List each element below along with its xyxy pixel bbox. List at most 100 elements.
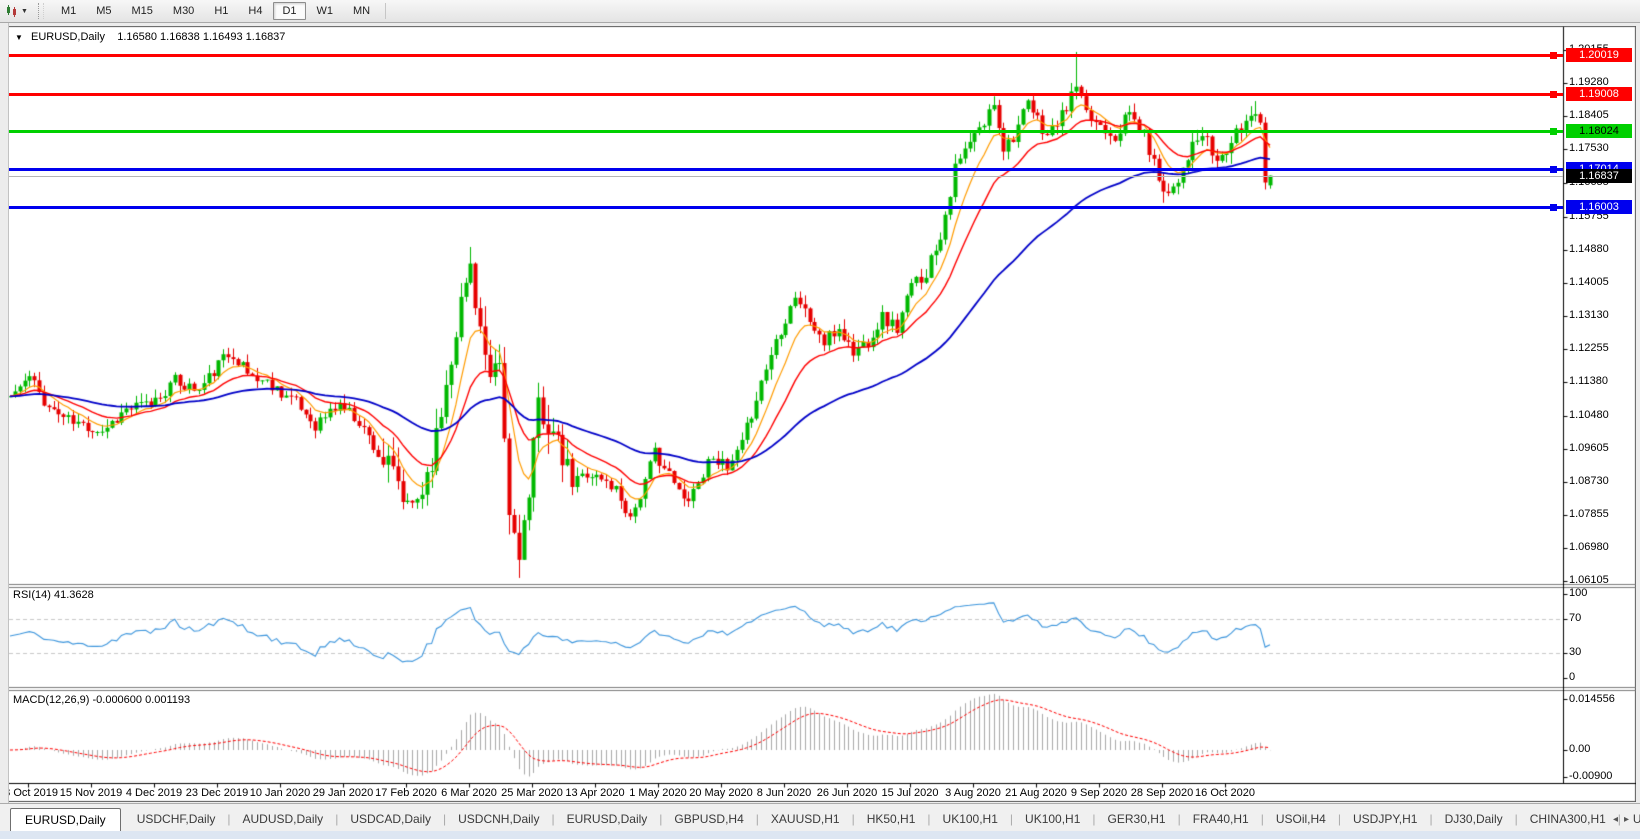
symbol-tab-china300-h1[interactable]: CHINA300,H1 — [1518, 808, 1618, 831]
date-axis-label: 20 May 2020 — [689, 787, 753, 799]
timeframe-button-h4[interactable]: H4 — [239, 2, 271, 20]
date-axis-label: 21 Aug 2020 — [1005, 787, 1067, 799]
price-axis-tick: 1.14005 — [1569, 276, 1609, 288]
date-axis-label: 26 Jun 2020 — [817, 787, 878, 799]
date-axis-label: 17 Feb 2020 — [375, 787, 437, 799]
symbol-tab-hk50-h1[interactable]: HK50,H1 — [855, 808, 928, 831]
window-left-edge — [0, 22, 9, 830]
symbol-tab-usdcnh-daily[interactable]: USDCNH,Daily — [446, 808, 551, 831]
date-axis-label: 8 Jun 2020 — [757, 787, 811, 799]
symbol-tab-gbpusd-h4[interactable]: GBPUSD,H4 — [662, 808, 755, 831]
symbol-tab-fra40-h1[interactable]: FRA40,H1 — [1181, 808, 1261, 831]
timeframe-button-d1[interactable]: D1 — [273, 2, 305, 20]
symbol-tab-usdjpy-h1[interactable]: USDJPY,H1 — [1341, 808, 1429, 831]
rsi-axis-label: 100 — [1569, 587, 1587, 599]
timeframe-button-mn[interactable]: MN — [344, 2, 379, 20]
hline-end-handle[interactable] — [1550, 91, 1557, 98]
current-price-badge: 1.16837 — [1566, 169, 1632, 183]
macd-axis-label: 0.00 — [1569, 743, 1590, 755]
chart-symbol: EURUSD,Daily — [31, 31, 105, 43]
timeframe-button-w1[interactable]: W1 — [308, 2, 343, 20]
timeframe-button-m15[interactable]: M15 — [123, 2, 162, 20]
tab-scroll-arrows: ◂▸ — [1613, 814, 1635, 825]
chart-title: ▼ EURUSD,Daily 1.16580 1.16838 1.16493 1… — [15, 31, 285, 43]
price-axis-tick: 1.07855 — [1569, 508, 1609, 520]
price-axis-tick: 1.10480 — [1569, 409, 1609, 421]
timeframe-button-m1[interactable]: M1 — [52, 2, 85, 20]
symbol-tab-usdcad-daily[interactable]: USDCAD,Daily — [338, 808, 443, 831]
price-axis-tick: 1.18405 — [1569, 109, 1609, 121]
price-level-badge: 1.19008 — [1566, 87, 1632, 101]
symbol-tab-xauusd-h1[interactable]: XAUUSD,H1 — [759, 808, 852, 831]
chart-tabbar: EURUSD,DailyUSDCHF,Daily|AUDUSD,Daily|US… — [0, 803, 1640, 831]
rsi-axis-label: 30 — [1569, 646, 1581, 658]
symbol-tab-ger30-h1[interactable]: GER30,H1 — [1096, 808, 1178, 831]
price-axis-tick: 1.11380 — [1569, 375, 1608, 387]
horizontal-line-object[interactable] — [9, 206, 1563, 209]
symbol-tab-eurusd-daily[interactable]: EURUSD,Daily — [555, 808, 660, 831]
macd-values: -0.000600 0.001193 — [92, 694, 190, 706]
date-axis-label: 10 Jan 2020 — [250, 787, 311, 799]
date-axis-label: 15 Jul 2020 — [882, 787, 939, 799]
horizontal-line-object[interactable] — [9, 54, 1563, 57]
price-axis-tick: 1.12255 — [1569, 342, 1609, 354]
bid-price-line — [9, 176, 1563, 177]
chevron-down-icon[interactable]: ▼ — [21, 8, 28, 15]
date-axis-label: 28 Sep 2020 — [1131, 787, 1193, 799]
horizontal-line-object[interactable] — [9, 93, 1563, 96]
symbol-tab-audusd-daily[interactable]: AUDUSD,Daily — [231, 808, 336, 831]
chart-dropdown-icon[interactable]: ▼ — [15, 33, 23, 42]
tab-scroll-left-icon[interactable]: ◂ — [1613, 814, 1624, 825]
date-axis-label: 1 May 2020 — [629, 787, 686, 799]
macd-title: MACD(12,26,9) -0.000600 0.001193 — [13, 694, 190, 706]
horizontal-line-object[interactable] — [9, 168, 1563, 171]
timeframe-button-m30[interactable]: M30 — [164, 2, 203, 20]
price-axis-tick: 1.13130 — [1569, 309, 1609, 321]
date-axis-label: 4 Dec 2019 — [126, 787, 182, 799]
date-axis-label: 29 Jan 2020 — [313, 787, 374, 799]
rsi-axis-label: 0 — [1569, 671, 1575, 683]
symbol-tab-usdchf-daily[interactable]: USDCHF,Daily — [125, 808, 228, 831]
toolbar-gripper[interactable] — [38, 3, 44, 19]
date-axis-label: 3 Aug 2020 — [945, 787, 1001, 799]
price-level-badge: 1.16003 — [1566, 200, 1632, 214]
chart-ohlc-values: 1.16580 1.16838 1.16493 1.16837 — [117, 31, 285, 43]
price-axis-tick: 1.17530 — [1569, 142, 1609, 154]
candlestick-chart-icon — [5, 4, 19, 18]
horizontal-line-object[interactable] — [9, 130, 1563, 133]
date-axis-label: 13 Apr 2020 — [565, 787, 624, 799]
timeframe-button-m5[interactable]: M5 — [87, 2, 120, 20]
charts-toolbar-icon[interactable] — [4, 3, 20, 19]
date-axis-label: 23 Dec 2019 — [186, 787, 248, 799]
symbol-tab-usoil-h4[interactable]: USOil,H4 — [1264, 808, 1338, 831]
price-axis-tick: 1.06980 — [1569, 541, 1609, 553]
price-axis-tick: 1.08730 — [1569, 475, 1609, 487]
price-axis-tick: 1.06105 — [1569, 574, 1609, 586]
rsi-value: 41.3628 — [54, 589, 94, 601]
chart-window[interactable]: ▼ EURUSD,Daily 1.16580 1.16838 1.16493 1… — [8, 26, 1636, 802]
hline-end-handle[interactable] — [1550, 128, 1557, 135]
price-axis-tick: 1.14880 — [1569, 243, 1609, 255]
rsi-axis-label: 70 — [1569, 612, 1581, 624]
rsi-title: RSI(14) 41.3628 — [13, 589, 94, 601]
hline-end-handle[interactable] — [1550, 204, 1557, 211]
date-axis-label: 6 Mar 2020 — [441, 787, 497, 799]
toolbar-separator — [385, 3, 386, 19]
tab-scroll-right-icon[interactable]: ▸ — [1624, 814, 1635, 825]
macd-axis-label: 0.014556 — [1569, 693, 1615, 705]
date-axis-label: 15 Nov 2019 — [60, 787, 122, 799]
price-chart-canvas[interactable] — [8, 26, 1636, 802]
date-axis-label: 9 Sep 2020 — [1071, 787, 1127, 799]
timeframe-toolbar: M1M5M15M30H1H4D1W1MN — [51, 2, 380, 20]
symbol-tab-eurusd-daily[interactable]: EURUSD,Daily — [10, 808, 121, 831]
symbol-tab-uk100-h1[interactable]: UK100,H1 — [931, 808, 1010, 831]
hline-end-handle[interactable] — [1550, 166, 1557, 173]
macd-axis-label: -0.00900 — [1569, 770, 1612, 782]
top-toolbar: ▼ M1M5M15M30H1H4D1W1MN — [0, 0, 1640, 23]
symbol-tab-uk100-h1[interactable]: UK100,H1 — [1013, 808, 1092, 831]
hline-end-handle[interactable] — [1550, 52, 1557, 59]
price-level-badge: 1.20019 — [1566, 48, 1632, 62]
price-axis-tick: 1.09605 — [1569, 442, 1609, 454]
timeframe-button-h1[interactable]: H1 — [205, 2, 237, 20]
symbol-tab-dj30-daily[interactable]: DJ30,Daily — [1433, 808, 1515, 831]
